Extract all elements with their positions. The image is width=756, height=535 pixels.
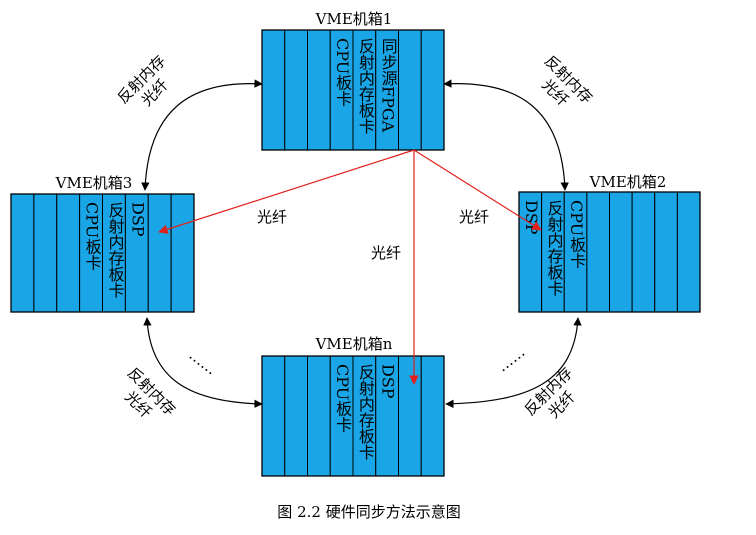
card-slot bbox=[609, 191, 633, 313]
chassis-1-card-rfm: 反射内存板卡 bbox=[356, 38, 375, 134]
card-slot bbox=[676, 191, 701, 313]
chassis-n-card-cpu: CPU板卡 bbox=[333, 364, 352, 432]
card-slot bbox=[170, 193, 195, 313]
chassis-2-title: VME机箱2 bbox=[589, 173, 667, 191]
chassis-1-card-fpga: 同步源FPGA bbox=[379, 38, 398, 133]
chassis-n: VME机箱n CPU板卡 反射内存板卡 DSP bbox=[261, 335, 445, 477]
chassis-3-title: VME机箱3 bbox=[55, 174, 133, 192]
ring-label-bottom-right: 反射内存光纤 bbox=[521, 364, 589, 432]
chassis-1-title: VME机箱1 bbox=[315, 10, 393, 28]
chassis-3-slots bbox=[10, 193, 195, 313]
card-slot bbox=[420, 355, 445, 477]
sync-label-to-chassis-3: 光纤 bbox=[257, 208, 287, 226]
sync-diagram: VME机箱1 CPU板卡 反射内存板卡 同步源FPGA VME机箱3 CPU板卡… bbox=[10, 10, 701, 521]
card-slot bbox=[420, 29, 445, 151]
chassis-2: VME机箱2 DSP 反射内存板卡 CPU板卡 bbox=[518, 173, 701, 313]
card-slot bbox=[33, 193, 58, 313]
ring-arrow-top-right bbox=[443, 79, 569, 191]
ellipsis-right: …… bbox=[494, 343, 529, 376]
card-slot bbox=[284, 355, 308, 477]
ring-arrow-top-left bbox=[141, 79, 263, 191]
chassis-2-card-dsp: DSP bbox=[522, 200, 541, 235]
card-slot bbox=[398, 355, 422, 477]
chassis-1-slots bbox=[261, 29, 445, 151]
card-slot bbox=[586, 191, 610, 313]
card-slot bbox=[398, 29, 422, 151]
chassis-n-card-rfm: 反射内存板卡 bbox=[356, 364, 375, 460]
chassis-n-title: VME机箱n bbox=[315, 335, 393, 353]
sync-label-to-chassis-2: 光纤 bbox=[459, 208, 489, 226]
chassis-n-card-dsp: DSP bbox=[379, 364, 398, 399]
card-slot bbox=[284, 29, 308, 151]
sync-label-to-chassis-n: 光纤 bbox=[371, 244, 401, 262]
chassis-2-card-rfm: 反射内存板卡 bbox=[544, 200, 563, 296]
chassis-n-slots bbox=[261, 355, 445, 477]
chassis-3-card-dsp: DSP bbox=[128, 202, 147, 237]
card-slot bbox=[307, 355, 331, 477]
card-slot bbox=[147, 193, 172, 313]
chassis-3-card-rfm: 反射内存板卡 bbox=[105, 202, 124, 298]
card-slot bbox=[261, 355, 286, 477]
card-slot bbox=[307, 29, 331, 151]
chassis-3-card-cpu: CPU板卡 bbox=[83, 202, 102, 270]
chassis-1: VME机箱1 CPU板卡 反射内存板卡 同步源FPGA bbox=[261, 10, 445, 151]
ring-label-top-right: 反射内存光纤 bbox=[528, 52, 596, 120]
card-slot bbox=[10, 193, 35, 313]
chassis-2-card-cpu: CPU板卡 bbox=[567, 200, 586, 268]
ellipsis-left: …… bbox=[186, 346, 221, 379]
card-slot bbox=[631, 191, 656, 313]
card-slot bbox=[261, 29, 286, 151]
card-slot bbox=[56, 193, 81, 313]
chassis-3: VME机箱3 CPU板卡 反射内存板卡 DSP bbox=[10, 174, 195, 313]
figure-caption: 图 2.2 硬件同步方法示意图 bbox=[277, 503, 460, 521]
chassis-1-card-cpu: CPU板卡 bbox=[333, 38, 352, 106]
card-slot bbox=[654, 191, 678, 313]
ring-label-bottom-left: 反射内存光纤 bbox=[111, 364, 179, 432]
